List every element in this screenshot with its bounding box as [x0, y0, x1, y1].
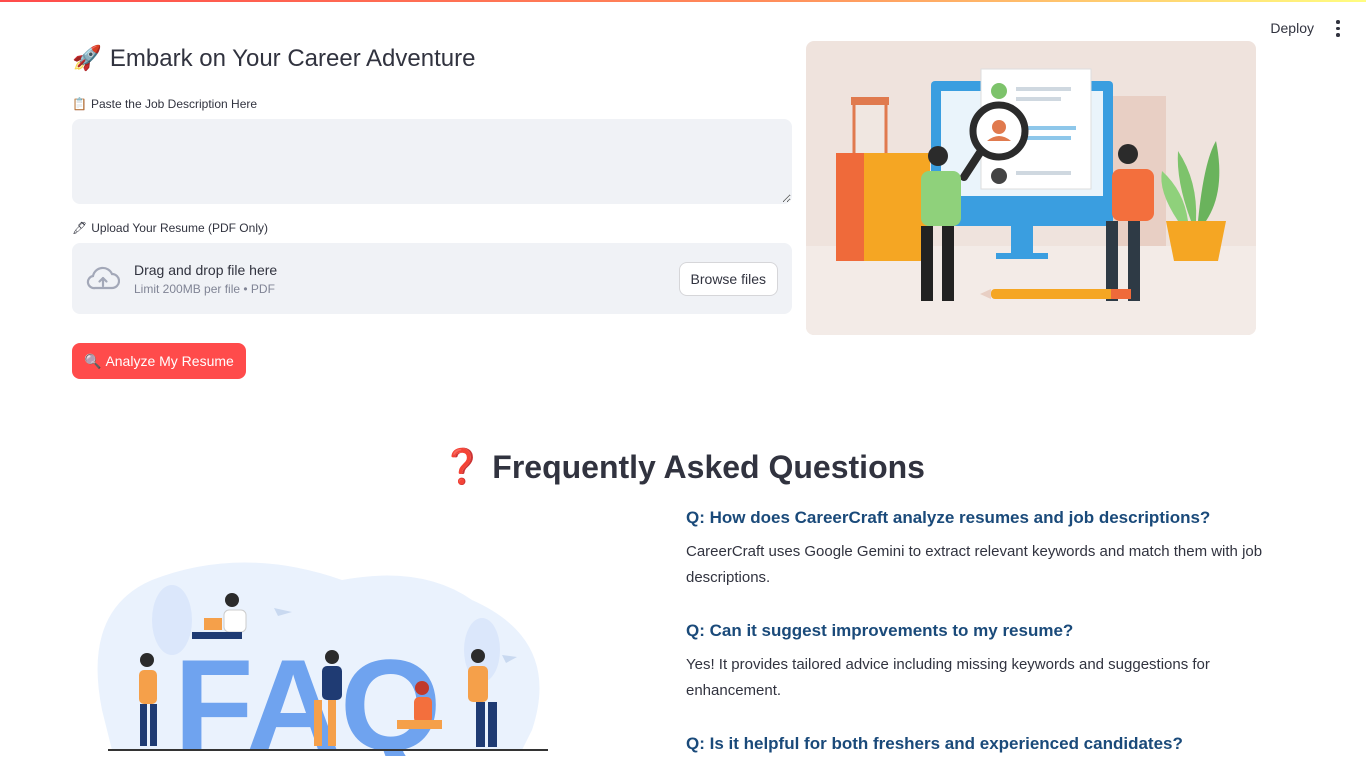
job-description-label-text: Paste the Job Description Here [90, 97, 258, 111]
clipboard-icon: 📋 [72, 97, 87, 111]
more-menu-icon[interactable] [1332, 18, 1344, 39]
faq-question: Q: How does CareerCraft analyze resumes … [686, 508, 1211, 527]
faq-illustration: FAQ [92, 560, 552, 778]
faq-illustration-letters: FAQ [174, 632, 441, 756]
page-title: 🚀 Embark on Your Career Adventure [72, 44, 475, 73]
question-mark-icon: ❓ [441, 448, 484, 486]
faq-answer: Yes! It provides tailored advice includi… [686, 656, 1210, 699]
magnifier-icon: 🔍 [84, 352, 102, 369]
faq-question: Q: Can it suggest improvements to my res… [686, 621, 1074, 640]
faq-item: Q: Is it helpful for both freshers and e… [686, 732, 1286, 756]
faq-list: Q: How does CareerCraft analyze resumes … [686, 506, 1286, 784]
faq-item: Q: How does CareerCraft analyze resumes … [686, 506, 1286, 591]
browse-files-button[interactable]: Browse files [678, 262, 778, 296]
resume-dropzone[interactable]: Drag and drop file here Limit 200MB per … [72, 243, 792, 314]
page-title-text: Embark on Your Career Adventure [109, 44, 476, 72]
job-description-label: 📋 Paste the Job Description Here [72, 97, 257, 111]
resume-upload-label: 🖋 Upload Your Resume (PDF Only) [72, 221, 268, 235]
deploy-button[interactable]: Deploy [1270, 20, 1314, 36]
cloud-upload-icon [86, 262, 120, 296]
analyze-resume-label: Analyze My Resume [105, 353, 234, 369]
analyze-resume-button[interactable]: 🔍 Analyze My Resume [72, 343, 246, 379]
dropzone-limit: Limit 200MB per file • PDF [134, 281, 275, 296]
pen-icon: 🖋 [72, 221, 88, 235]
faq-heading: ❓ Frequently Asked Questions [0, 447, 1366, 487]
top-decoration-bar [0, 0, 1366, 2]
faq-question: Q: Is it helpful for both freshers and e… [686, 734, 1183, 753]
app-header-actions: Deploy [1270, 18, 1344, 39]
faq-item: Q: Can it suggest improvements to my res… [686, 619, 1286, 704]
job-description-input[interactable] [72, 119, 792, 204]
faq-heading-text: Frequently Asked Questions [492, 449, 925, 485]
resume-upload-label-text: Upload Your Resume (PDF Only) [91, 221, 268, 235]
faq-answer: CareerCraft uses Google Gemini to extrac… [686, 543, 1263, 586]
rocket-icon: 🚀 [72, 45, 102, 72]
hiring-illustration [806, 41, 1256, 335]
dropzone-instruction: Drag and drop file here [134, 261, 278, 278]
